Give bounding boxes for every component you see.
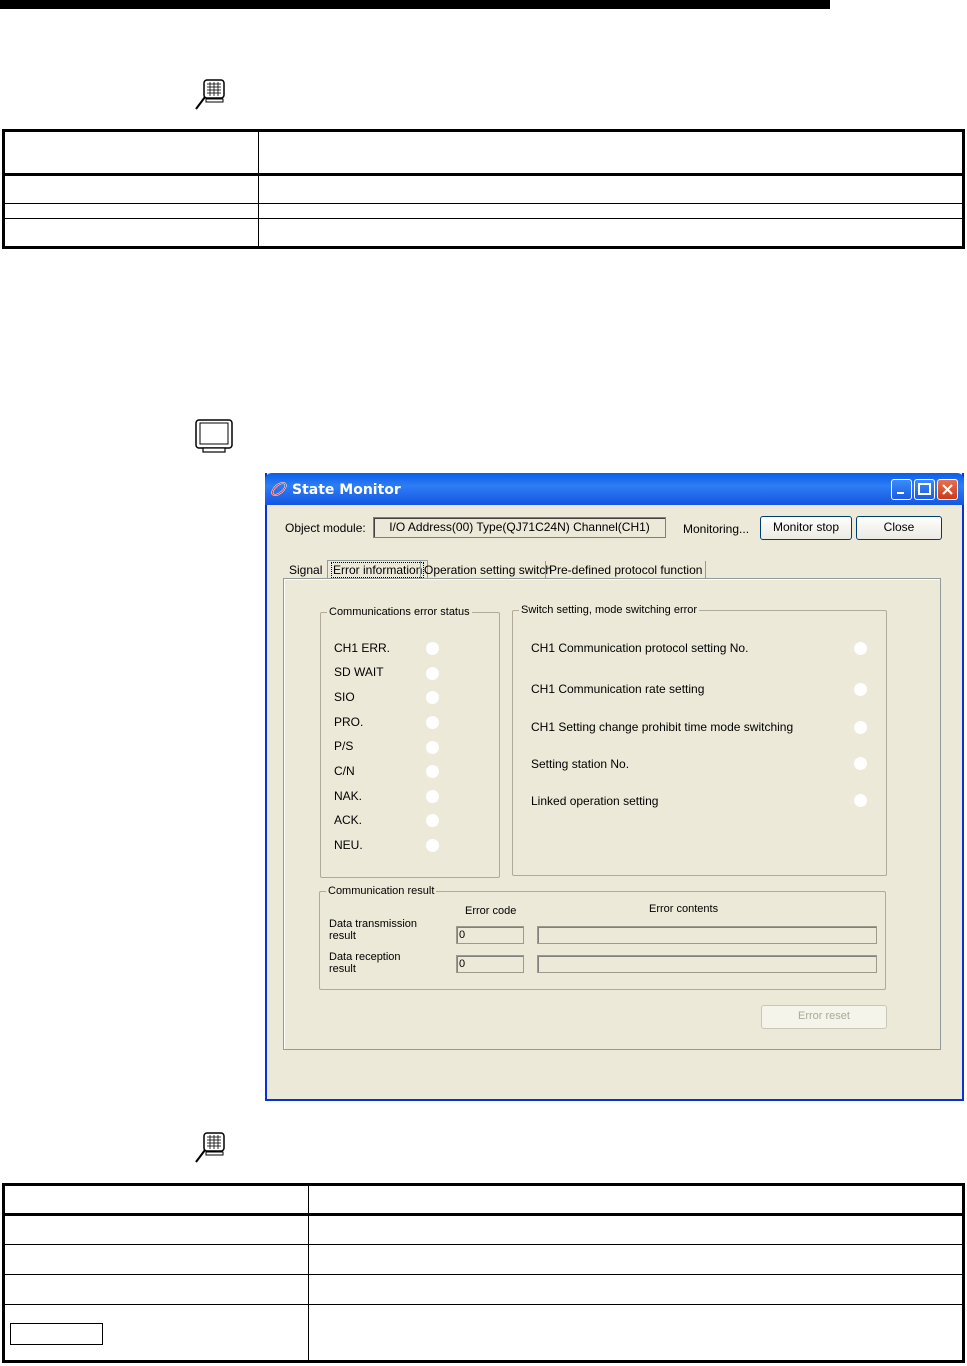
switch-error-label: CH1 Communication protocol setting No. [531,641,749,655]
switch-error-led [854,642,867,655]
window-title: State Monitor [292,482,401,498]
comm-error-label: ACK. [334,813,363,827]
comm-error-led [426,765,439,778]
maximize-icon [918,483,931,495]
reception-error-contents-field [537,955,877,973]
comm-error-label: CH1 ERR. [334,641,391,655]
reception-result-label: Data reception result [329,951,401,975]
monitor-stop-button[interactable]: Monitor stop [760,516,852,540]
switch-error-label: Setting station No. [531,757,630,771]
switch-error-led [854,683,867,696]
magnifier-monitor-icon [195,79,225,110]
reception-error-code-field: 0 [456,955,524,973]
reception-result-label-line1: Data reception [329,951,401,963]
comm-error-led [426,741,439,754]
switch-error-led [854,721,867,734]
comm-error-led [426,691,439,704]
object-module-field: I/O Address(00) Type(QJ71C24N) Channel(C… [373,517,666,538]
comm-error-led [426,716,439,729]
error-reset-button[interactable]: Error reset [761,1005,887,1029]
communication-result-title: Communication result [328,885,435,897]
transmission-result-label-line1: Data transmission [329,918,418,930]
error-contents-header: Error contents [649,903,719,915]
comm-error-label: NEU. [334,838,363,852]
comm-error-led [426,839,439,852]
magnifier-monitor-icon [195,1132,225,1163]
tab-error-information-label: Error information [331,562,425,578]
comm-error-led [426,667,439,680]
close-button[interactable]: Close [856,516,942,540]
comm-error-label: SIO [334,690,355,704]
comm-error-label: P/S [334,739,354,753]
state-monitor-app-icon [271,482,287,496]
object-module-label: Object module: [285,521,366,535]
settings-table-2 [2,1183,965,1363]
transmission-result-label-line2: result [329,930,356,942]
switch-setting-error-title: Switch setting, mode switching error [521,604,698,616]
comm-error-label: NAK. [334,789,363,803]
settings-table-1 [2,129,965,249]
maximize-button[interactable] [914,479,935,500]
minimize-icon [897,492,904,494]
communications-error-status-title: Communications error status [329,606,470,618]
switch-error-label: Linked operation setting [531,794,659,808]
tab-error-information[interactable]: Error information [327,560,429,580]
comm-error-led [426,642,439,655]
switch-error-label: CH1 Communication rate setting [531,682,705,696]
switch-error-led [854,794,867,807]
reception-result-label-line2: result [329,963,356,975]
comm-error-led [426,814,439,827]
error-code-header: Error code [465,905,517,917]
monitor-icon [195,419,233,453]
switch-error-label: CH1 Setting change prohibit time mode sw… [531,720,794,734]
comm-error-label: PRO. [334,715,364,729]
comm-error-label: C/N [334,764,355,778]
close-icon [942,484,953,495]
transmission-error-code-field: 0 [456,926,524,944]
transmission-error-contents-field [537,926,877,944]
minimize-button[interactable] [891,479,912,500]
monitoring-status: Monitoring... [683,522,750,536]
button-placeholder [10,1323,103,1345]
comm-error-label: SD WAIT [334,665,384,679]
comm-error-led [426,790,439,803]
close-window-button[interactable] [937,479,958,500]
transmission-result-label: Data transmission result [329,918,417,942]
button-cell [3,1304,309,1362]
switch-error-led [854,757,867,770]
page-header-rule [0,0,830,9]
